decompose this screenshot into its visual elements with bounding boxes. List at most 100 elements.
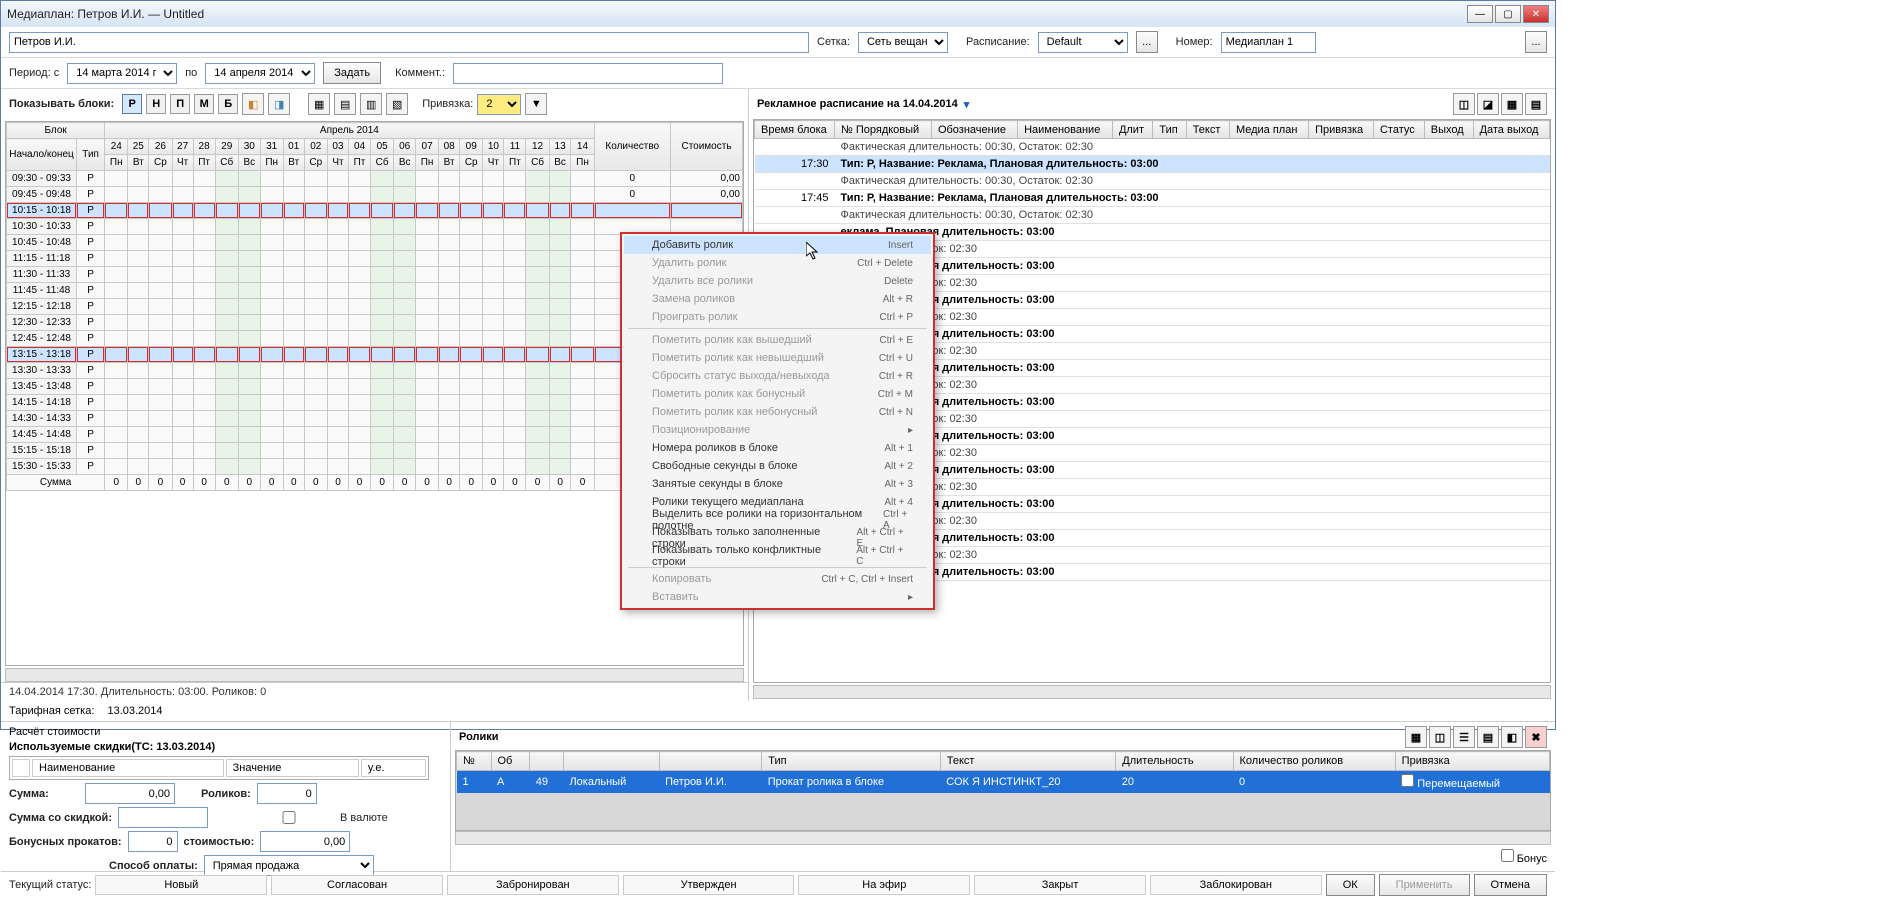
filter-icon-1[interactable]: ◧ xyxy=(242,93,264,115)
window-title: Медиаплан: Петров И.И. — Untitled xyxy=(7,7,204,21)
menu-item[interactable]: Пометить ролик как вышедшийCtrl + E xyxy=(624,331,931,349)
binding-icon[interactable]: ▼ xyxy=(525,93,547,115)
menu-item[interactable]: Сбросить статус выхода/невыходаCtrl + R xyxy=(624,367,931,385)
menu-item[interactable]: Проиграть роликCtrl + P xyxy=(624,308,931,326)
schedule-label: Расписание: xyxy=(966,36,1030,48)
payment-select[interactable]: Прямая продажа xyxy=(204,855,374,876)
binding-select[interactable]: 2 xyxy=(477,94,521,115)
menu-item[interactable]: Показывать только конфликтные строкиAlt … xyxy=(624,547,931,565)
menu-item[interactable]: Удалить роликCtrl + Delete xyxy=(624,254,931,272)
schedule-select[interactable]: Default xyxy=(1038,32,1128,53)
cancel-button[interactable]: Отмена xyxy=(1474,874,1547,896)
bonus-checkbox[interactable] xyxy=(1501,849,1514,862)
view-icon-2[interactable]: ▤ xyxy=(334,93,356,115)
schedule-browse-button[interactable]: ... xyxy=(1136,31,1158,53)
menu-item[interactable]: Занятые секунды в блокеAlt + 3 xyxy=(624,475,931,493)
status-reserved[interactable]: Забронирован xyxy=(447,875,619,895)
view-icon-3[interactable]: ▥ xyxy=(360,93,382,115)
titlebar: Медиаплан: Петров И.И. — Untitled — ▢ ✕ xyxy=(1,1,1555,27)
bonus-runs-label: Бонусных прокатов: xyxy=(9,836,122,848)
currency-label: В валюте xyxy=(340,812,388,824)
number-more-button[interactable]: ... xyxy=(1525,31,1547,53)
maximize-button[interactable]: ▢ xyxy=(1495,5,1521,23)
clips-horizontal-scrollbar[interactable] xyxy=(455,831,1551,845)
clips-icon-4[interactable]: ▤ xyxy=(1477,726,1499,748)
minimize-button[interactable]: — xyxy=(1467,5,1493,23)
period-from-label: Период: с xyxy=(9,67,59,79)
status-closed[interactable]: Закрыт xyxy=(974,875,1146,895)
filter-n-button[interactable]: Н xyxy=(146,94,166,114)
clips-icon-1[interactable]: ▦ xyxy=(1405,726,1427,748)
right-icon-3[interactable]: ▦ xyxy=(1501,93,1523,115)
clips-icon-2[interactable]: ◫ xyxy=(1429,726,1451,748)
calc-header: Расчёт стоимости xyxy=(9,726,442,738)
clips-table[interactable]: №ОбТипТекстДлительностьКоличество ролико… xyxy=(455,750,1551,831)
filter-r-button[interactable]: Р xyxy=(122,94,142,114)
sum-discount-input[interactable] xyxy=(118,807,208,828)
status-blocked[interactable]: Заблокирован xyxy=(1150,875,1322,895)
menu-item[interactable]: Свободные секунды в блокеAlt + 2 xyxy=(624,457,931,475)
discounts-table: НаименованиеЗначениеу.е. xyxy=(9,756,429,780)
right-horizontal-scrollbar[interactable] xyxy=(753,685,1551,699)
bonus-runs-input[interactable] xyxy=(128,831,178,852)
status-approved[interactable]: Утвержден xyxy=(623,875,795,895)
menu-item[interactable]: Замена роликовAlt + R xyxy=(624,290,931,308)
filter-b-button[interactable]: Б xyxy=(218,94,238,114)
menu-item[interactable]: Пометить ролик как небонусныйCtrl + N xyxy=(624,403,931,421)
currency-checkbox[interactable] xyxy=(244,811,334,824)
period-to-label: по xyxy=(185,67,197,79)
sum-label: Сумма: xyxy=(9,788,79,800)
binding-label: Привязка: xyxy=(422,98,473,110)
menu-item[interactable]: КопироватьCtrl + C, Ctrl + Insert xyxy=(624,570,931,588)
tariff-date: 13.03.2014 xyxy=(107,705,162,717)
menu-item[interactable]: Добавить роликInsert xyxy=(624,236,931,254)
filter-icon-2[interactable]: ◨ xyxy=(268,93,290,115)
menu-item[interactable]: Номера роликов в блокеAlt + 1 xyxy=(624,439,931,457)
clips-icon-3[interactable]: ☰ xyxy=(1453,726,1475,748)
right-icon-4[interactable]: ▤ xyxy=(1525,93,1547,115)
apply-button[interactable]: Применить xyxy=(1379,874,1470,896)
filter-p-button[interactable]: П xyxy=(170,94,190,114)
tariff-label: Тарифная сетка: xyxy=(9,705,94,717)
clips-count-label: Роликов: xyxy=(201,788,251,800)
menu-item[interactable]: Пометить ролик как бонусныйCtrl + M xyxy=(624,385,931,403)
date-to-select[interactable]: 14 апреля 2014 г. xyxy=(205,63,315,84)
view-icon-1[interactable]: ▦ xyxy=(308,93,330,115)
menu-item[interactable]: Пометить ролик как невышедшийCtrl + U xyxy=(624,349,931,367)
sum-input[interactable] xyxy=(85,783,175,804)
right-panel-title: Рекламное расписание на 14.04.2014 xyxy=(757,98,958,110)
clips-count-input[interactable] xyxy=(257,783,317,804)
clips-icon-6[interactable]: ✖ xyxy=(1525,726,1547,748)
ok-button[interactable]: ОК xyxy=(1326,874,1375,896)
comment-input[interactable] xyxy=(453,63,723,84)
menu-item[interactable]: Вставить▸ xyxy=(624,588,931,606)
status-new[interactable]: Новый xyxy=(95,875,267,895)
context-menu[interactable]: Добавить роликInsertУдалить роликCtrl + … xyxy=(620,232,935,610)
clips-icon-5[interactable]: ◧ xyxy=(1501,726,1523,748)
menu-item[interactable]: Удалить все роликиDelete xyxy=(624,272,931,290)
bonus-cost-label: стоимостью: xyxy=(184,836,255,848)
right-icon-1[interactable]: ◫ xyxy=(1453,93,1475,115)
number-label: Номер: xyxy=(1176,36,1213,48)
close-button[interactable]: ✕ xyxy=(1523,5,1549,23)
bonus-cost-input[interactable] xyxy=(260,831,350,852)
number-input[interactable] xyxy=(1221,32,1316,53)
right-icon-2[interactable]: ◪ xyxy=(1477,93,1499,115)
menu-item[interactable]: Позиционирование▸ xyxy=(624,421,931,439)
advertiser-input[interactable] xyxy=(9,32,809,53)
bonus-label: Бонус xyxy=(1517,853,1547,865)
horizontal-scrollbar[interactable] xyxy=(5,668,744,682)
date-from-select[interactable]: 14 марта 2014 г. xyxy=(67,63,177,84)
grid-label: Сетка: xyxy=(817,36,850,48)
comment-label: Коммент.: xyxy=(395,67,445,79)
right-panel-dropdown-icon[interactable]: ▾ xyxy=(964,98,970,111)
view-icon-4[interactable]: ▧ xyxy=(386,93,408,115)
status-onair[interactable]: На эфир xyxy=(798,875,970,895)
filter-m-button[interactable]: М xyxy=(194,94,214,114)
set-period-button[interactable]: Задать xyxy=(323,62,381,84)
status-agreed[interactable]: Согласован xyxy=(271,875,443,895)
sum-discount-label: Сумма со скидкой: xyxy=(9,812,112,824)
clips-header: Ролики xyxy=(459,731,499,743)
grid-select[interactable]: Сеть вещания 1 xyxy=(858,32,948,53)
show-blocks-label: Показывать блоки: xyxy=(9,98,114,110)
